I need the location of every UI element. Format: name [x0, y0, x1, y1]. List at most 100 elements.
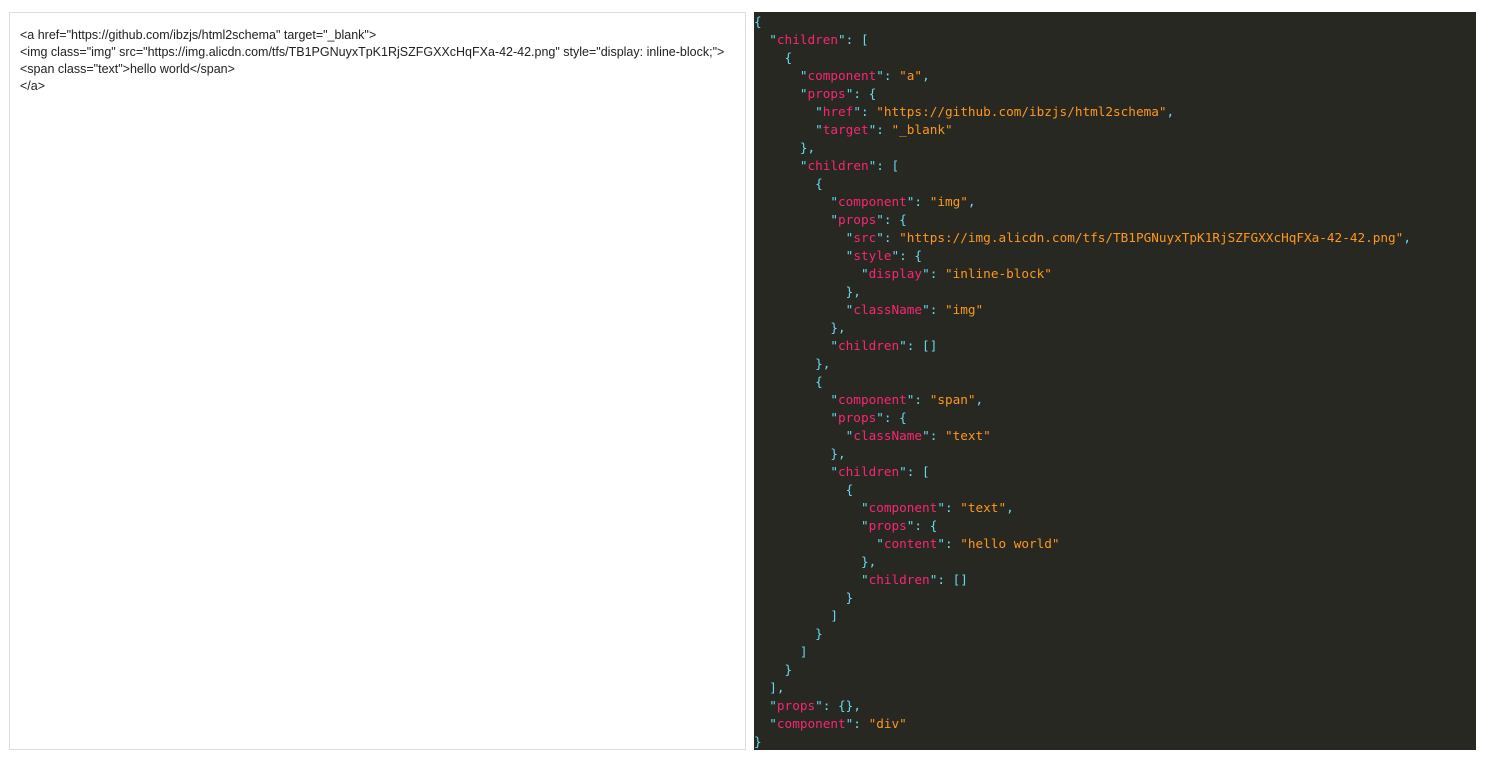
- json-punctuation: ": [754, 518, 869, 533]
- json-line: "display": "inline-block": [754, 265, 1476, 283]
- json-line: "props": {: [754, 211, 1476, 229]
- json-line: "children": [: [754, 31, 1476, 49]
- json-punctuation: },: [754, 356, 831, 371]
- json-punctuation: ": [754, 716, 777, 731]
- json-line: }: [754, 661, 1476, 679]
- json-punctuation: ,: [1166, 104, 1175, 119]
- json-punctuation: ": [754, 266, 869, 281]
- json-line: {: [754, 373, 1476, 391]
- json-key: props: [838, 410, 877, 425]
- json-punctuation: ": [754, 194, 839, 209]
- json-key: children: [807, 158, 869, 173]
- json-output-panel[interactable]: { "children": [ { "component": "a", "pro…: [754, 12, 1476, 750]
- json-line: ]: [754, 643, 1476, 661]
- json-line: {: [754, 481, 1476, 499]
- json-key: content: [883, 536, 938, 551]
- json-punctuation: ":: [845, 716, 869, 731]
- json-punctuation: ":: [922, 428, 945, 443]
- json-line: "href": "https://github.com/ibzjs/html2s…: [754, 103, 1476, 121]
- json-punctuation: ": []: [899, 338, 938, 353]
- json-line: },: [754, 355, 1476, 373]
- json-line: "component": "div": [754, 715, 1476, 733]
- json-key: props: [807, 86, 846, 101]
- json-line: "component": "span",: [754, 391, 1476, 409]
- json-punctuation: ":: [876, 230, 900, 245]
- json-punctuation: ":: [922, 266, 945, 281]
- json-punctuation: {: [754, 14, 762, 29]
- json-punctuation: },: [754, 554, 877, 569]
- json-punctuation: ": [754, 212, 839, 227]
- json-line: "component": "text",: [754, 499, 1476, 517]
- json-line: "props": {: [754, 409, 1476, 427]
- json-punctuation: ":: [906, 392, 930, 407]
- json-punctuation: },: [754, 140, 816, 155]
- json-punctuation: }: [754, 590, 854, 605]
- json-punctuation: ":: [868, 122, 892, 137]
- json-key: component: [838, 194, 907, 209]
- json-key: style: [853, 248, 892, 263]
- json-punctuation: ": {: [906, 518, 938, 533]
- json-string: "text": [944, 428, 991, 443]
- json-punctuation: ,: [967, 194, 976, 209]
- json-line: "target": "_blank": [754, 121, 1476, 139]
- json-punctuation: }: [754, 662, 793, 677]
- json-punctuation: ,: [975, 392, 984, 407]
- json-line: {: [754, 49, 1476, 67]
- json-string: "_blank": [891, 122, 953, 137]
- json-punctuation: ": []: [929, 572, 968, 587]
- json-key: src: [853, 230, 877, 245]
- json-output-code: { "children": [ { "component": "a", "pro…: [754, 13, 1476, 750]
- json-key: component: [868, 500, 938, 515]
- json-key: component: [776, 716, 846, 731]
- json-punctuation: ": [754, 536, 884, 551]
- json-punctuation: ":: [906, 194, 930, 209]
- json-line: "children": []: [754, 337, 1476, 355]
- json-punctuation: ": [754, 338, 839, 353]
- json-punctuation: ": [754, 104, 823, 119]
- json-line: ],: [754, 679, 1476, 697]
- json-punctuation: ,: [922, 68, 930, 83]
- json-punctuation: ]: [754, 608, 839, 623]
- json-string: "inline-block": [944, 266, 1052, 281]
- json-punctuation: },: [754, 320, 846, 335]
- json-punctuation: ": [754, 122, 823, 137]
- json-punctuation: {: [754, 374, 823, 389]
- json-punctuation: ": [754, 302, 854, 317]
- json-punctuation: ": {},: [815, 698, 861, 713]
- json-punctuation: ": [754, 698, 777, 713]
- html-input-editor[interactable]: <a href="https://github.com/ibzjs/html2s…: [9, 12, 746, 750]
- json-key: props: [776, 698, 816, 713]
- json-line: "props": {: [754, 517, 1476, 535]
- json-string: "img": [929, 194, 968, 209]
- json-punctuation: ": [754, 500, 869, 515]
- json-punctuation: {: [754, 482, 854, 497]
- json-line: "component": "img",: [754, 193, 1476, 211]
- json-punctuation: ": [754, 392, 839, 407]
- json-line: }: [754, 625, 1476, 643]
- json-string: "text": [960, 500, 1007, 515]
- json-punctuation: ]: [754, 644, 808, 659]
- json-line: "src": "https://img.alicdn.com/tfs/TB1PG…: [754, 229, 1476, 247]
- json-line: "className": "img": [754, 301, 1476, 319]
- json-punctuation: ":: [853, 104, 877, 119]
- json-line: },: [754, 445, 1476, 463]
- json-key: className: [853, 428, 923, 443]
- json-punctuation: ": [754, 572, 869, 587]
- json-key: children: [776, 32, 839, 47]
- json-punctuation: ": [754, 410, 839, 425]
- json-punctuation: ": [: [868, 158, 900, 173]
- json-punctuation: ,: [1006, 500, 1014, 515]
- json-string: "https://img.alicdn.com/tfs/TB1PGNuyxTpK…: [899, 230, 1404, 245]
- json-line: "content": "hello world": [754, 535, 1476, 553]
- json-key: component: [838, 392, 907, 407]
- json-key: props: [868, 518, 907, 533]
- json-punctuation: ": {: [876, 212, 907, 227]
- json-string: "hello world": [960, 536, 1060, 551]
- json-line: "style": {: [754, 247, 1476, 265]
- json-punctuation: ": [754, 68, 808, 83]
- json-punctuation: ":: [876, 68, 900, 83]
- json-string: "https://github.com/ibzjs/html2schema": [876, 104, 1167, 119]
- json-punctuation: ": {: [845, 86, 877, 101]
- json-string: "span": [929, 392, 976, 407]
- json-punctuation: ": [754, 464, 839, 479]
